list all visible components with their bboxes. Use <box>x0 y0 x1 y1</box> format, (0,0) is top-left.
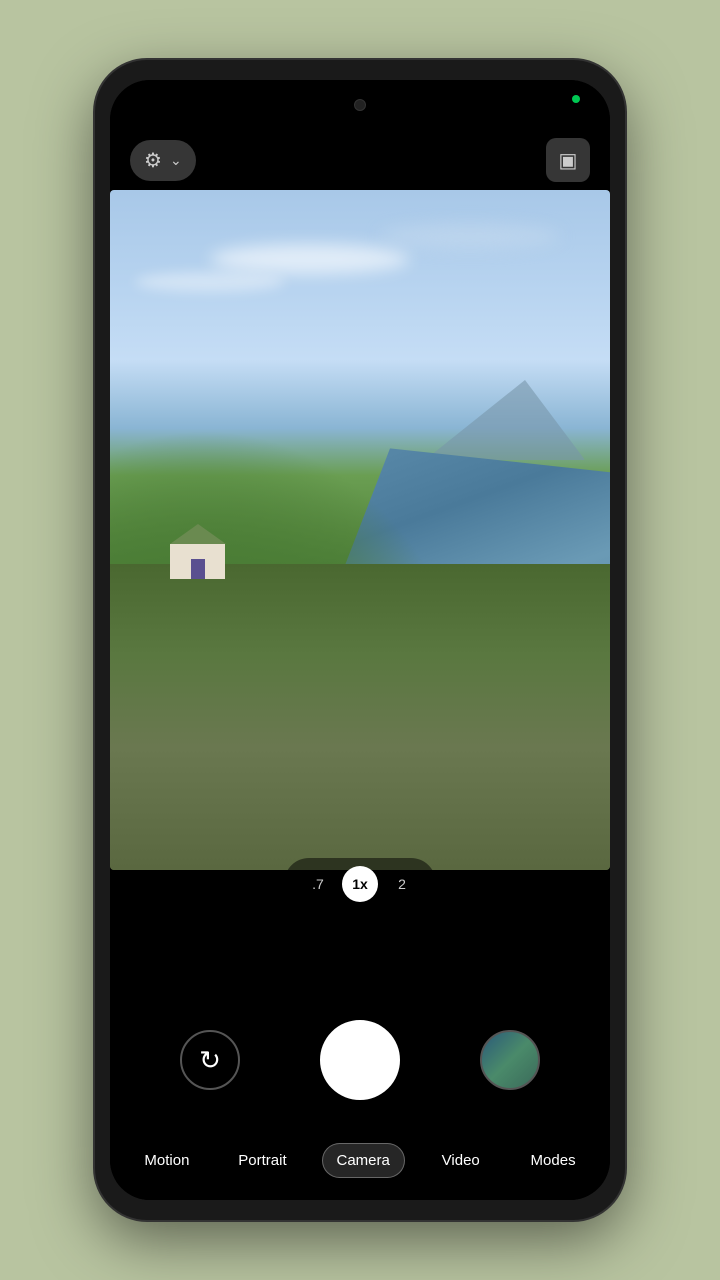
bottom-controls: ↻ <box>110 1000 610 1120</box>
last-photo-thumbnail[interactable] <box>480 1030 540 1090</box>
mode-portrait[interactable]: Portrait <box>224 1144 300 1177</box>
mode-bar: Motion Portrait Camera Video Modes <box>110 1120 610 1200</box>
mode-video[interactable]: Video <box>426 1144 496 1177</box>
mode-camera[interactable]: Camera <box>322 1143 405 1178</box>
gallery-icon: ▣ <box>559 148 578 173</box>
front-camera <box>354 99 366 111</box>
zoom-controls: .7 1x 2 <box>284 858 436 910</box>
mode-modes[interactable]: Modes <box>517 1144 590 1177</box>
flip-icon: ↻ <box>199 1045 221 1076</box>
mode-video-label: Video <box>442 1152 480 1169</box>
house-roof <box>170 524 226 544</box>
mode-motion-label: Motion <box>144 1152 189 1169</box>
mode-motion[interactable]: Motion <box>130 1144 203 1177</box>
cloud-3 <box>380 224 560 249</box>
mode-camera-label: Camera <box>337 1152 390 1169</box>
cloud-1 <box>210 244 410 274</box>
mode-portrait-label: Portrait <box>238 1152 286 1169</box>
hill-2 <box>110 564 610 870</box>
gear-icon: ⚙ <box>144 148 162 173</box>
gallery-button[interactable]: ▣ <box>546 138 590 182</box>
settings-pill[interactable]: ⚙ ⌄ <box>130 140 196 181</box>
mode-modes-label: Modes <box>531 1152 576 1169</box>
top-bar <box>110 80 610 130</box>
mic-indicator <box>572 95 580 103</box>
zoom-2x[interactable]: 2 <box>384 866 420 902</box>
flip-camera-button[interactable]: ↻ <box>180 1030 240 1090</box>
zoom-07[interactable]: .7 <box>300 866 336 902</box>
house <box>170 544 225 579</box>
landscape-scene <box>110 190 610 870</box>
house-body <box>170 544 225 579</box>
house-door <box>191 559 205 579</box>
cloud-2 <box>135 272 285 292</box>
phone-screen: ⚙ ⌄ ▣ <box>110 80 610 1200</box>
shutter-button[interactable] <box>320 1020 400 1100</box>
zoom-1x[interactable]: 1x <box>342 866 378 902</box>
chevron-down-icon: ⌄ <box>170 152 182 169</box>
shutter-inner <box>326 1026 394 1094</box>
settings-bar: ⚙ ⌄ ▣ <box>110 130 610 190</box>
phone-device: ⚙ ⌄ ▣ <box>95 60 625 1220</box>
viewfinder <box>110 190 610 870</box>
